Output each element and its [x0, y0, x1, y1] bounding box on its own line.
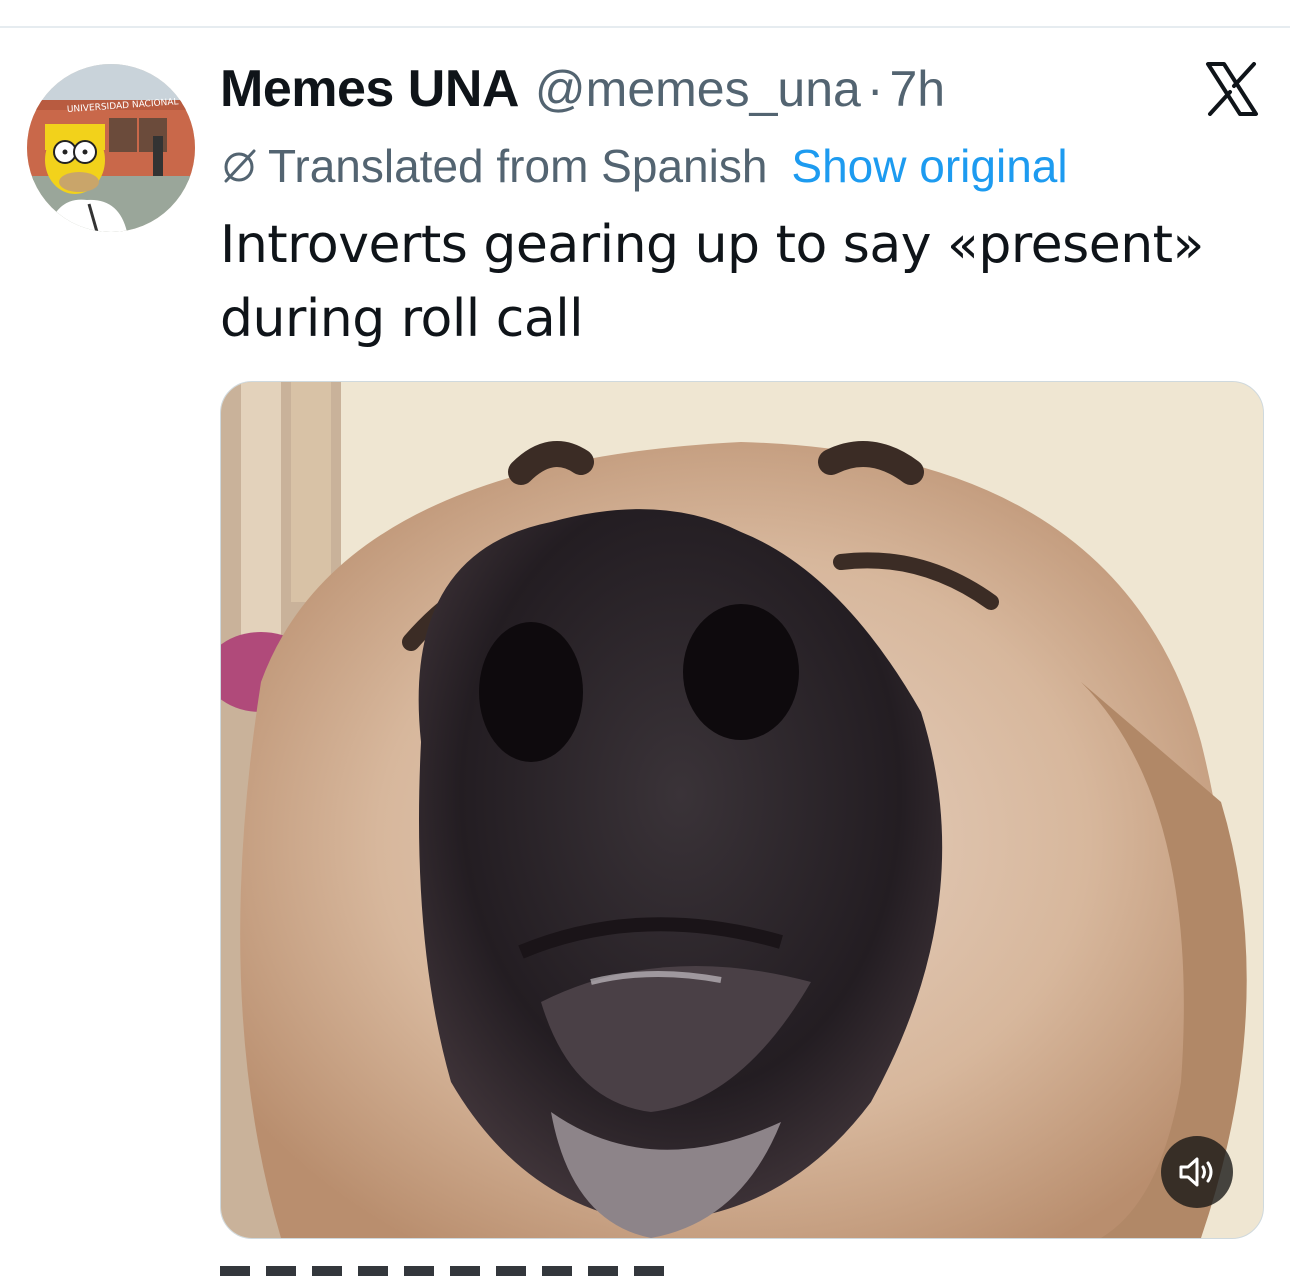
tweet-text-line: during roll call [220, 289, 584, 349]
translation-bar: Translated from Spanish Show original [220, 136, 1068, 196]
tweet-card: UNIVERSIDAD NACIONAL DE Memes UNA @memes… [0, 0, 1290, 1278]
clipped-translation-row [220, 1262, 820, 1278]
translation-label: Translated from Spanish [268, 140, 768, 192]
tweet-header: Memes UNA @memes_una · 7h [220, 56, 945, 122]
display-name[interactable]: Memes UNA [220, 59, 519, 119]
avatar-image: UNIVERSIDAD NACIONAL DE [27, 64, 195, 232]
separator-dot: · [866, 61, 884, 117]
mute-button[interactable] [1161, 1136, 1233, 1208]
x-logo-icon[interactable] [1204, 62, 1260, 116]
tweet-text-line: Introverts gearing up to say «present» [220, 215, 1204, 275]
show-original-link[interactable]: Show original [791, 139, 1067, 193]
clipped-text-fragment [220, 1266, 680, 1276]
avatar[interactable]: UNIVERSIDAD NACIONAL DE [27, 64, 195, 232]
timestamp[interactable]: 7h [889, 60, 945, 118]
translate-icon [224, 149, 256, 183]
divider [0, 26, 1290, 28]
media-video[interactable] [220, 381, 1264, 1239]
volume-icon [1179, 1157, 1213, 1187]
video-thumbnail [221, 382, 1263, 1238]
user-handle[interactable]: @memes_una [535, 60, 861, 118]
tweet-text: Introverts gearing up to say «present» d… [220, 208, 1260, 356]
